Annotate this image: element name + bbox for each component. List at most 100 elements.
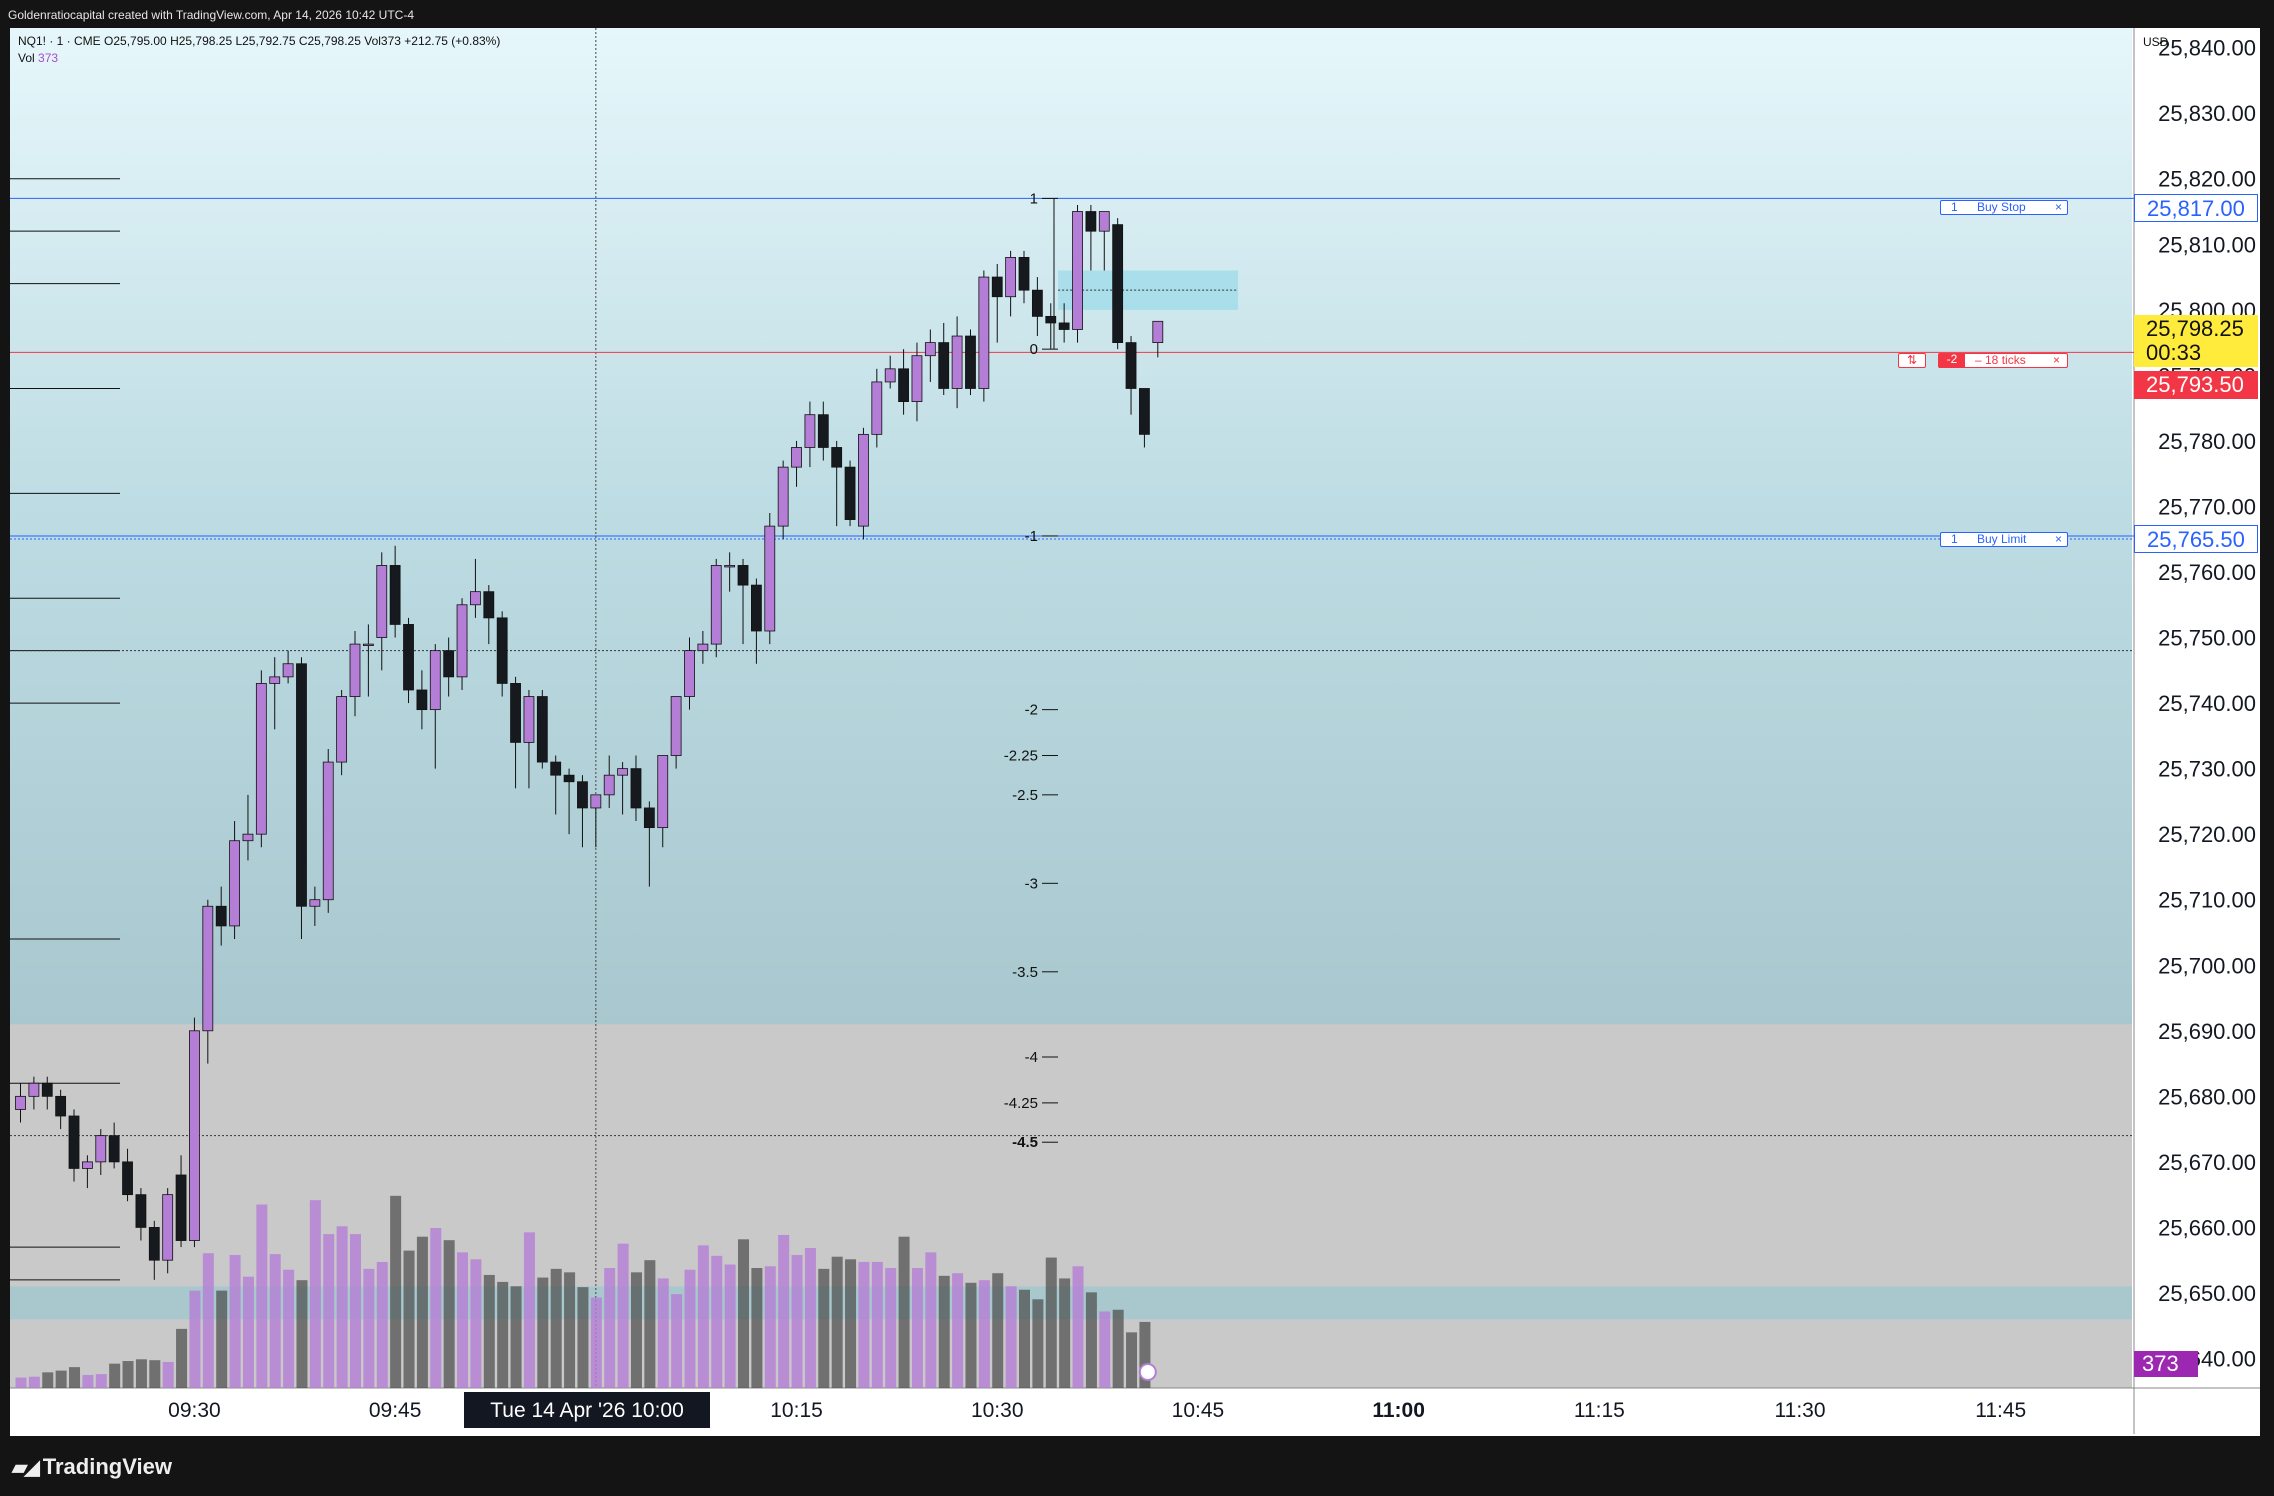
time-tick-label: 11:00 [1372,1399,1425,1422]
alert-marker-icon [1138,1363,1157,1381]
volume-bar [430,1228,442,1388]
volume-bar [216,1290,228,1388]
price-tick-label: 25,690.00 [2158,1019,2256,1044]
fib-level-label: -3 [1025,875,1038,892]
volume-bar [938,1275,950,1388]
candle-body [510,683,521,743]
symbol-legend[interactable]: NQ1! · 1 · CME O25,795.00 H25,798.25 L25… [18,34,500,48]
candle-body [389,565,401,625]
volume-bar [176,1328,188,1388]
volume-bar [804,1248,816,1388]
volume-bar [992,1273,1004,1388]
buy-stop-qty: 1 [1951,200,1958,214]
candle-body [309,899,321,907]
volume-bar [657,1278,669,1388]
volume-bar [831,1256,843,1388]
price-tick-label: 25,840.00 [2158,36,2256,61]
candle-body [456,604,468,678]
time-tick-label: 10:45 [1172,1399,1225,1422]
reverse-position-button[interactable]: ⇅ [1898,353,1926,368]
volume-bar [590,1297,602,1388]
volume-bar [443,1240,455,1388]
chart-canvas[interactable]: 1 0 -1 -2 -2.25 -2.5 -3 -3.5 -4 -4.25 -4.5 25,840.0… [10,28,2260,1436]
candle-body [15,1095,26,1110]
candle-body [41,1082,53,1097]
candle-body [603,774,615,796]
candle-body [1112,224,1124,344]
volume-bar [256,1204,268,1388]
candle-body [670,696,682,756]
candle-body [791,447,802,468]
volume-bar [684,1269,696,1388]
volume-bar [671,1294,683,1388]
time-tick-label: 11:30 [1775,1399,1826,1422]
volume-bar [1072,1266,1084,1388]
volume-legend[interactable]: Vol 373 [18,51,58,65]
buy-limit-order[interactable]: 1 Buy Limit × [1940,532,2068,547]
candle-body [483,591,495,619]
volume-bar [202,1253,214,1388]
candle-body [82,1161,93,1169]
buy-stop-price-tag[interactable]: 25,817.00 [2134,194,2258,222]
time-tick-label: 10:30 [971,1399,1024,1422]
candle-body [416,689,428,711]
candle-body [884,368,896,383]
position-line[interactable]: -2 – 18 ticks × [1938,353,2068,368]
position-pnl-label: – 18 ticks [1975,353,2026,367]
buy-limit-price-tag[interactable]: 25,765.50 [2134,525,2258,553]
tradingview-logo[interactable]: ▰◢ TradingView [12,1454,172,1480]
volume-bar [925,1252,937,1388]
fib-level-label: -2.25 [1004,748,1038,765]
position-close-icon[interactable]: × [2053,354,2060,367]
volume-bar [229,1254,241,1388]
buy-limit-close-icon[interactable]: × [2055,533,2062,546]
volume-bar [470,1259,482,1388]
buy-limit-label: Buy Limit [1977,532,2027,546]
crosshair-time-label: Tue 14 Apr '26 10:00 [490,1399,684,1422]
bottom-bar [0,1436,2274,1496]
candle-body [724,565,736,568]
volume-bar [403,1250,415,1388]
price-tick-label: 25,720.00 [2158,822,2256,847]
candle-body [1139,388,1150,435]
volume-bar [122,1361,134,1388]
candle-body [376,565,388,638]
volume-legend-value: 373 [38,51,59,65]
volume-bar [510,1286,522,1388]
volume-bar [965,1282,977,1388]
volume-bar [1019,1289,1030,1388]
volume-legend-label: Vol [18,51,35,65]
volume-bar [978,1280,990,1388]
candle-body [550,761,562,776]
price-tick-label: 25,770.00 [2158,494,2256,519]
volume-bar [15,1377,27,1388]
bar-countdown: 00:33 [2146,340,2202,365]
volume-bar [778,1234,790,1388]
tradingview-logo-icon: ▰◢ [12,1456,40,1479]
buy-stop-label: Buy Stop [1977,200,2026,214]
time-tick-label: 11:45 [1975,1399,2026,1422]
price-tick-label: 25,750.00 [2158,626,2256,651]
candle-body [1005,256,1017,298]
candle-body [269,676,281,684]
candle-body [978,276,990,389]
volume-bar [1005,1286,1017,1388]
buy-stop-close-icon[interactable]: × [2055,201,2062,214]
volume-bar [189,1290,201,1388]
candle-body [1072,211,1083,330]
time-tick-label: 09:30 [168,1399,221,1422]
fib-level-label: -2.5 [1012,787,1038,804]
candle-body [737,565,749,586]
volume-bar [1032,1299,1044,1388]
candle-body [28,1082,40,1097]
volume-bar [577,1287,589,1388]
volume-bar [483,1274,495,1388]
candle-body [55,1095,67,1117]
price-tick-label: 25,830.00 [2158,101,2256,126]
candle-body [617,768,628,776]
fib-level-label: -4.5 [1012,1134,1038,1151]
candle-body [403,624,414,691]
volume-bar [296,1280,308,1388]
buy-stop-order[interactable]: 1 Buy Stop × [1940,200,2068,215]
candle-body [871,381,883,435]
